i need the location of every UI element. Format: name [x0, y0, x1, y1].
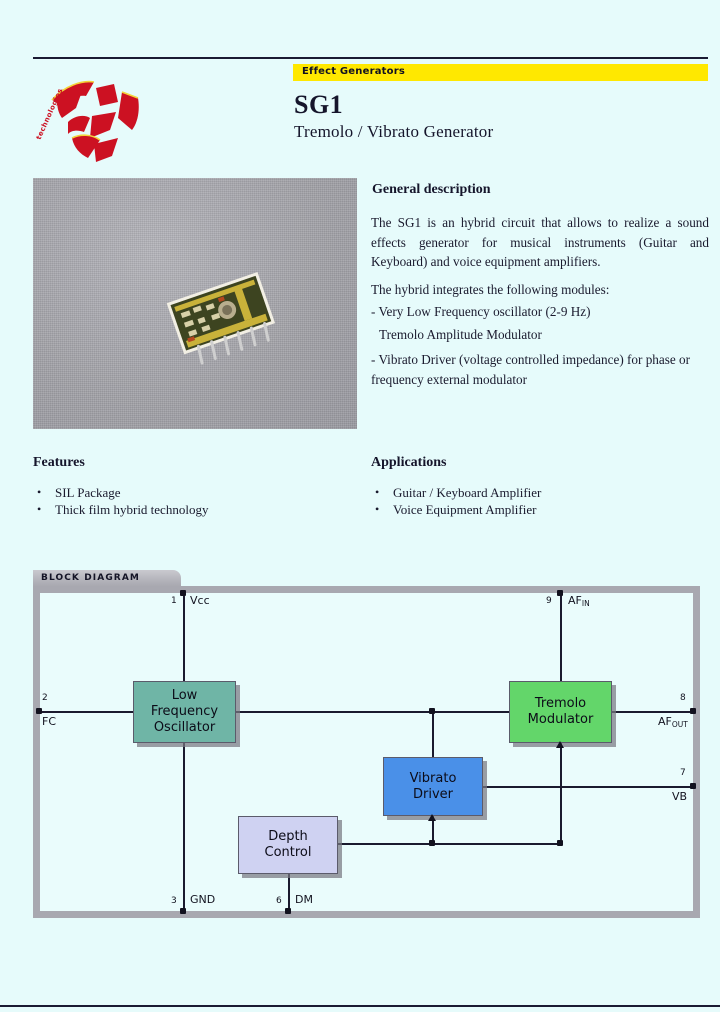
pin-label-vb: VB — [672, 790, 688, 803]
block-diagram-tab-label: BLOCK DIAGRAM — [41, 573, 140, 583]
general-description-body: The SG1 is an hybrid circuit that allows… — [371, 213, 709, 397]
block-label-line1: Tremolo — [534, 696, 587, 711]
pin-label-dm: DM — [295, 893, 313, 906]
wire-vcc — [183, 593, 185, 681]
block-label-line1: Depth — [268, 829, 308, 844]
pin-number-9: 9 — [546, 596, 552, 606]
block-label-line2: Driver — [412, 786, 453, 802]
pin-number-3: 3 — [171, 896, 177, 906]
features-heading: Features — [33, 455, 85, 470]
page-title: SG1 — [294, 90, 344, 119]
wire-gnd — [183, 743, 185, 911]
logo-mark — [51, 80, 139, 162]
pin-label-af-out-text: AF — [658, 715, 672, 728]
description-module-1: - Very Low Frequency oscillator (2-9 Hz) — [371, 304, 591, 319]
list-item: Guitar / Keyboard Amplifier — [371, 484, 691, 501]
block-tremolo-modulator: Tremolo Modulator — [509, 681, 612, 743]
pin-number-2: 2 — [42, 693, 48, 703]
junction-dot — [429, 840, 435, 846]
pin-number-1: 1 — [171, 596, 177, 606]
block-vibrato-driver: Vibrato Driver — [383, 757, 483, 816]
description-module-2: Tremolo Amplitude Modulator — [379, 326, 542, 342]
wire-af-out — [612, 711, 693, 713]
block-low-frequency-oscillator: Low Frequency Oscillator — [133, 681, 236, 743]
pin-dot-vcc — [180, 590, 186, 596]
wire-vb — [483, 786, 693, 788]
pin-label-fc: FC — [42, 715, 57, 728]
product-photo — [33, 178, 357, 429]
page-subtitle: Tremolo / Vibrato Generator — [294, 122, 494, 141]
header-divider — [33, 57, 708, 59]
pin-dot-vb — [690, 783, 696, 789]
pin-dot-af-out — [690, 708, 696, 714]
pin-dot-fc — [36, 708, 42, 714]
wire-bus-to-vibrato — [432, 711, 434, 757]
company-logo: technologies — [35, 66, 150, 170]
applications-list: Guitar / Keyboard Amplifier Voice Equipm… — [371, 484, 691, 519]
block-label-line3: Oscillator — [153, 720, 216, 735]
pin-number-6: 6 — [276, 896, 282, 906]
pin-label-af-out: AFOUT — [658, 715, 688, 729]
arrow-into-tremolo — [556, 741, 564, 748]
description-module-3: - Vibrato Driver (voltage controlled imp… — [371, 352, 691, 387]
applications-heading: Applications — [371, 455, 447, 470]
block-label-line2: Frequency — [150, 704, 219, 719]
category-banner: Effect Generators — [293, 64, 708, 81]
block-label-line2: Control — [264, 845, 312, 860]
pin-label-gnd: GND — [190, 893, 216, 906]
pin-dot-dm — [285, 908, 291, 914]
junction-dot — [557, 840, 563, 846]
wire-depth-to-tremolo — [560, 743, 562, 843]
wire-dm — [288, 874, 290, 911]
wire-af-in — [560, 593, 562, 681]
pin-number-7: 7 — [680, 768, 686, 778]
wire-fc — [40, 711, 133, 713]
block-label-line1: Low — [171, 688, 198, 703]
pin-dot-af-in — [557, 590, 563, 596]
block-label-line1: Vibrato — [409, 770, 457, 786]
pin-label-af-in-text: AF — [568, 594, 582, 607]
pin-label-af-in: AFIN — [568, 594, 590, 608]
pin-label-af-out-sub: OUT — [671, 720, 688, 729]
wire-lfo-out — [236, 711, 509, 713]
junction-dot — [429, 708, 435, 714]
block-label-line2: Modulator — [527, 712, 594, 727]
pin-number-8: 8 — [680, 693, 686, 703]
pin-label-vcc: Vcc — [190, 594, 210, 607]
block-diagram-canvas: Low Frequency Oscillator Tremolo Modulat… — [36, 590, 696, 914]
general-description-heading: General description — [372, 182, 491, 197]
description-paragraph-2: The hybrid integrates the following modu… — [371, 281, 610, 297]
list-item: SIL Package — [33, 484, 353, 501]
block-depth-control: Depth Control — [238, 816, 338, 874]
features-list: SIL Package Thick film hybrid technology — [33, 484, 353, 519]
description-paragraph-1: The SG1 is an hybrid circuit that allows… — [371, 215, 709, 269]
pin-dot-gnd — [180, 908, 186, 914]
wire-depth-out — [338, 843, 560, 845]
list-item: Voice Equipment Amplifier — [371, 501, 691, 518]
category-banner-label: Effect Generators — [302, 66, 406, 77]
arrow-into-vibrato — [428, 814, 436, 821]
datasheet-page: technologies Effect Generators SG1 Tremo… — [0, 0, 720, 1012]
pin-label-af-in-sub: IN — [581, 599, 590, 608]
footer-divider — [0, 1005, 720, 1007]
list-item: Thick film hybrid technology — [33, 501, 353, 518]
block-diagram-section: BLOCK DIAGRAM Low Frequency Oscillator T… — [33, 570, 700, 918]
